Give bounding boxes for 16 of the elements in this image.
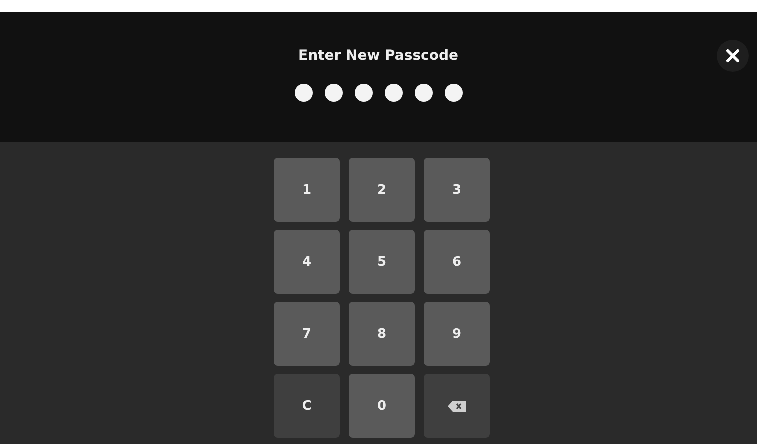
clear-key[interactable]: C bbox=[274, 374, 340, 438]
close-icon bbox=[726, 49, 740, 63]
close-button[interactable] bbox=[717, 40, 749, 72]
digit-key[interactable]: 4 bbox=[274, 230, 340, 294]
digit-key[interactable]: 7 bbox=[274, 302, 340, 366]
digit-key[interactable]: 9 bbox=[424, 302, 490, 366]
digit-key[interactable]: 6 bbox=[424, 230, 490, 294]
digit-key[interactable]: 8 bbox=[349, 302, 415, 366]
digit-key[interactable]: 2 bbox=[349, 158, 415, 222]
passcode-title: Enter New Passcode bbox=[298, 48, 458, 64]
digit-key[interactable]: 3 bbox=[424, 158, 490, 222]
backspace-icon bbox=[448, 400, 466, 412]
backspace-key[interactable] bbox=[424, 374, 490, 438]
digit-key[interactable]: 0 bbox=[349, 374, 415, 438]
digit-key[interactable]: 1 bbox=[274, 158, 340, 222]
digit-key[interactable]: 5 bbox=[349, 230, 415, 294]
